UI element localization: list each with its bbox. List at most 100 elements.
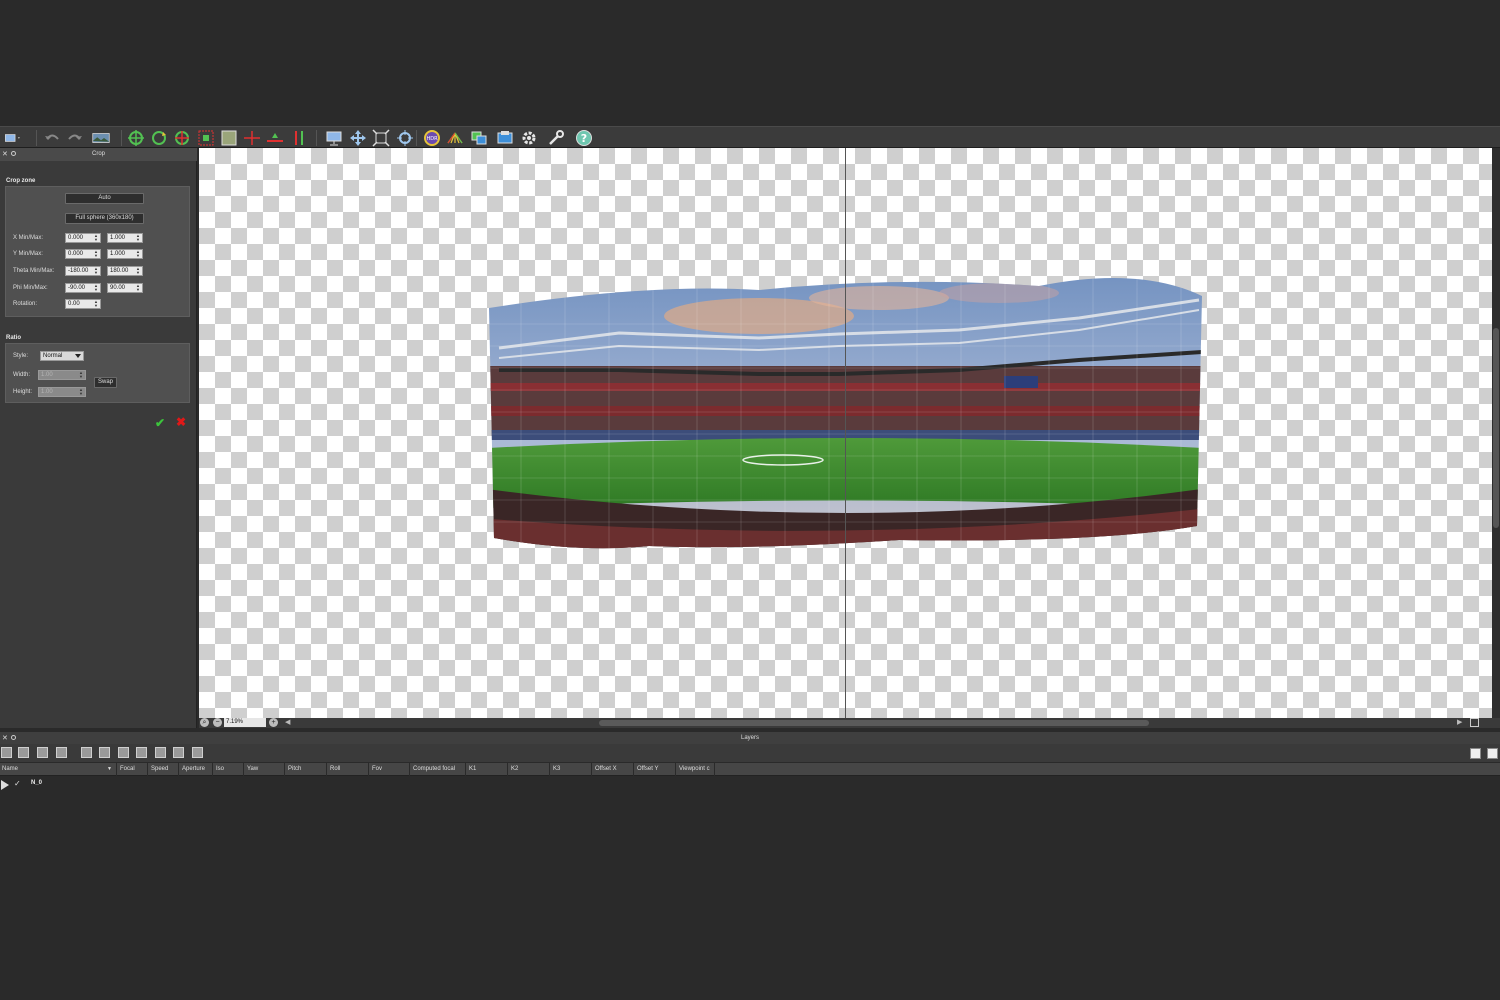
theta-minmax-label: Theta Min/Max: [13, 268, 55, 274]
hdr-icon[interactable]: HDR [423, 129, 441, 147]
horizon-icon[interactable] [243, 129, 261, 147]
spin-arrows-icon[interactable]: ▲ ▼ [93, 284, 99, 292]
y-min-field[interactable]: 0.000 ▲ ▼ [65, 249, 101, 259]
move-down-icon[interactable] [136, 747, 147, 758]
column-roll[interactable]: Roll [328, 763, 369, 776]
scroll-left-icon[interactable]: ◀ [285, 718, 290, 726]
column-name[interactable]: Name ▼ [0, 763, 117, 776]
y-max-field[interactable]: 1.000 ▲ ▼ [107, 249, 143, 259]
vertical-icon[interactable] [290, 129, 308, 147]
width-field[interactable]: 1.00 ▲ ▼ [38, 370, 86, 380]
column-k1[interactable]: K1 [467, 763, 508, 776]
x-min-field[interactable]: 0.000 ▲ ▼ [65, 233, 101, 243]
edit-image-icon[interactable] [37, 747, 48, 758]
column-speed[interactable]: Speed [149, 763, 179, 776]
spin-arrows-icon[interactable]: ▲ ▼ [93, 267, 99, 275]
column-computed-focal[interactable]: Computed focal [411, 763, 466, 776]
add-group-icon[interactable] [81, 747, 92, 758]
unlink-icon[interactable] [173, 747, 184, 758]
interface-menu-icon[interactable] [4, 129, 30, 147]
expand-arrow-icon[interactable] [1, 780, 9, 790]
accept-check-icon[interactable]: ✔ [155, 416, 165, 430]
visible-check-icon[interactable]: ✓ [14, 779, 21, 788]
tools-icon[interactable] [547, 129, 565, 147]
swap-button[interactable]: Swap [94, 377, 117, 388]
reload-image-icon[interactable] [56, 747, 67, 758]
remove-image-icon[interactable] [18, 747, 29, 758]
layout-split-icon[interactable] [1487, 748, 1498, 759]
horizontal-scrollbar[interactable] [599, 720, 1149, 726]
spin-arrows-icon[interactable]: ▲ ▼ [93, 234, 99, 242]
link-icon[interactable] [155, 747, 166, 758]
color-icon[interactable] [446, 129, 464, 147]
spin-arrows-icon[interactable]: ▲ ▼ [135, 267, 141, 275]
column-k2[interactable]: K2 [509, 763, 550, 776]
spin-arrows-icon[interactable]: ▲ ▼ [93, 300, 99, 308]
column-yaw[interactable]: Yaw [245, 763, 285, 776]
spin-arrows-icon[interactable]: ▲ ▼ [135, 250, 141, 258]
x-max-field[interactable]: 1.000 ▲ ▼ [107, 233, 143, 243]
center-icon[interactable] [396, 129, 414, 147]
column-focal[interactable]: Focal [118, 763, 148, 776]
zoom-out-icon[interactable]: − [213, 718, 222, 727]
undo-icon[interactable] [43, 129, 61, 147]
chevron-down-icon [75, 354, 81, 358]
vertical-scrollbar[interactable] [1492, 148, 1500, 718]
rotation-field[interactable]: 0.00 ▲ ▼ [65, 299, 101, 309]
y-max-value: 1.000 [110, 251, 126, 257]
phi-max-field[interactable]: 90.00 ▲ ▼ [107, 283, 143, 293]
spin-arrows-icon[interactable]: ▲ ▼ [78, 388, 84, 396]
scroll-right-icon[interactable]: ▶ [1457, 718, 1462, 726]
crop-icon[interactable] [197, 129, 215, 147]
mask-icon[interactable] [220, 129, 238, 147]
delete-icon[interactable] [192, 747, 203, 758]
move-icon[interactable] [173, 129, 191, 147]
pan-icon[interactable] [349, 129, 367, 147]
straighten-icon[interactable] [266, 129, 284, 147]
redo-icon[interactable] [66, 129, 84, 147]
layer-row[interactable]: ✓ N_0 [0, 778, 1500, 790]
add-image-icon[interactable] [1, 747, 12, 758]
settings-icon[interactable] [520, 129, 538, 147]
column-pitch[interactable]: Pitch [286, 763, 327, 776]
help-icon[interactable]: ? [575, 129, 593, 147]
column-k3[interactable]: K3 [551, 763, 592, 776]
zoom-icon[interactable]: ⌕ [200, 718, 209, 727]
control-points-icon[interactable] [127, 129, 145, 147]
layout-icon[interactable] [1470, 718, 1479, 727]
spin-arrows-icon[interactable]: ▲ ▼ [135, 284, 141, 292]
theta-min-field[interactable]: -180.00 ▲ ▼ [65, 266, 101, 276]
height-field[interactable]: 1.00 ▲ ▼ [38, 387, 86, 397]
panorama-icon[interactable] [92, 129, 116, 147]
preview-icon[interactable] [325, 129, 343, 147]
cancel-x-icon[interactable]: ✖ [176, 415, 186, 429]
render-icon[interactable] [496, 129, 514, 147]
column-viewpoint[interactable]: Viewpoint c [677, 763, 715, 776]
column-offset-y[interactable]: Offset Y [635, 763, 676, 776]
zoom-in-icon[interactable]: + [269, 718, 278, 727]
column-iso[interactable]: Iso [214, 763, 244, 776]
fit-icon[interactable] [372, 129, 390, 147]
chevron-down-icon: ▼ [107, 766, 112, 772]
height-label: Height: [13, 389, 33, 395]
remove-group-icon[interactable] [99, 747, 110, 758]
layout-single-icon[interactable] [1470, 748, 1481, 759]
column-aperture[interactable]: Aperture [180, 763, 213, 776]
column-offset-x[interactable]: Offset X [593, 763, 634, 776]
blend-icon[interactable] [470, 129, 488, 147]
phi-min-field[interactable]: -90.00 ▲ ▼ [65, 283, 101, 293]
spin-arrows-icon[interactable]: ▲ ▼ [135, 234, 141, 242]
rotate-icon[interactable] [150, 129, 168, 147]
auto-button[interactable]: Auto [65, 193, 144, 204]
style-select[interactable]: Normal [40, 351, 84, 361]
full-sphere-button[interactable]: Full sphere (360x180) [65, 213, 144, 224]
column-fov[interactable]: Fov [370, 763, 410, 776]
spin-arrows-icon[interactable]: ▲ ▼ [93, 250, 99, 258]
theta-max-field[interactable]: 180.00 ▲ ▼ [107, 266, 143, 276]
move-up-icon[interactable] [118, 747, 129, 758]
spin-arrows-icon[interactable]: ▲ ▼ [78, 371, 84, 379]
zoom-field[interactable]: 7.19% [224, 718, 266, 727]
scrollbar-thumb[interactable] [1493, 328, 1499, 528]
width-label: Width: [13, 372, 31, 378]
panorama-canvas[interactable] [199, 148, 1492, 718]
